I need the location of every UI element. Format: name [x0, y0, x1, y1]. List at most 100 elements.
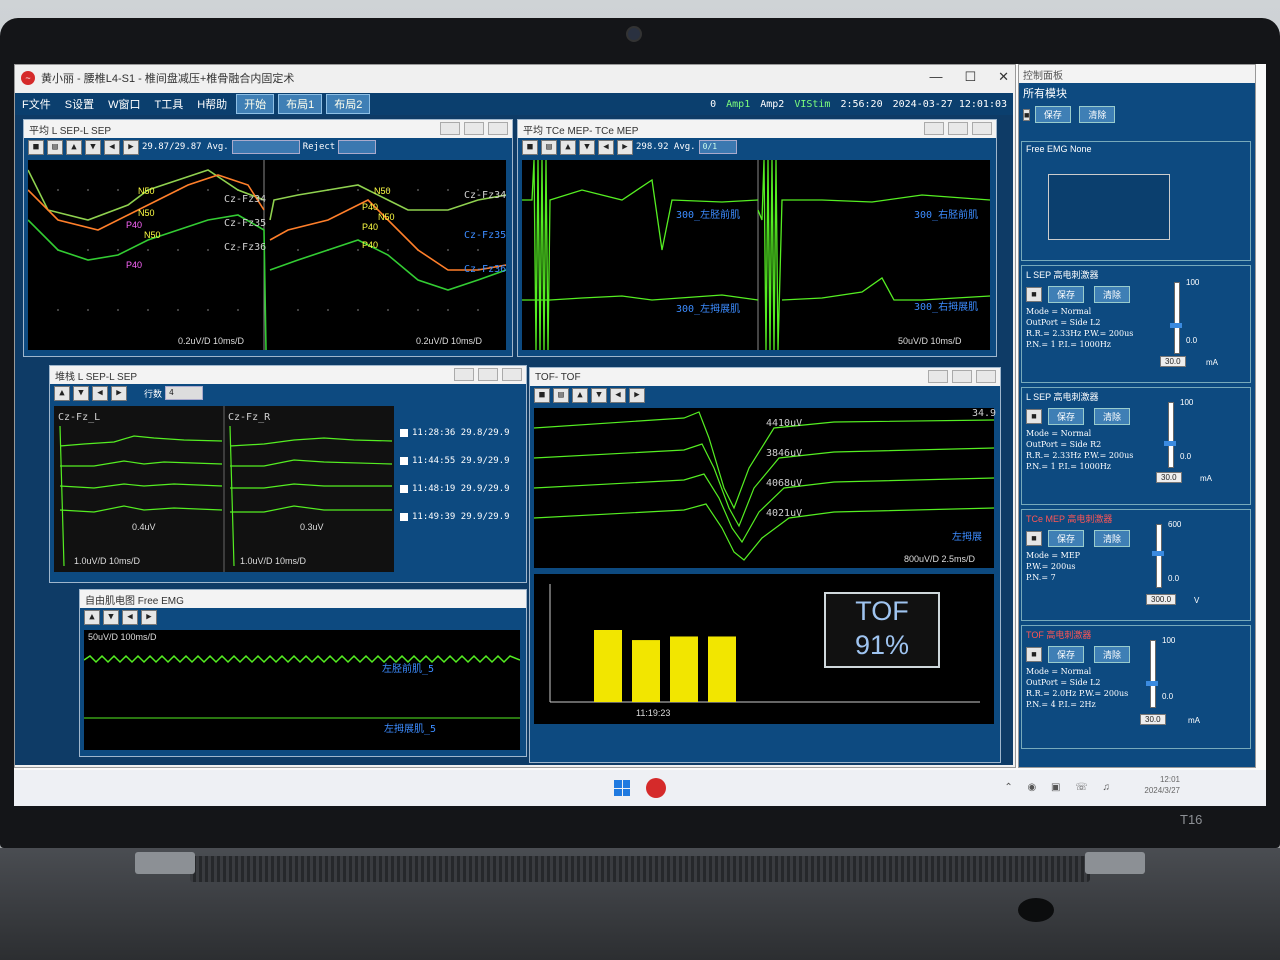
reject-field[interactable] [338, 140, 377, 154]
up-icon[interactable]: ▲ [572, 387, 588, 403]
panel-min-button[interactable] [440, 122, 460, 135]
minimize-button[interactable]: — [929, 69, 942, 85]
left-icon[interactable]: ◀ [610, 387, 626, 403]
intensity-slider[interactable] [1170, 282, 1182, 354]
panel-min-button[interactable] [924, 122, 944, 135]
trend-entry[interactable]: 11:49:39 29.9/29.9 [400, 512, 510, 522]
intensity-value[interactable]: 30.0 [1140, 714, 1166, 725]
panel-max-button[interactable] [464, 122, 484, 135]
intensity-value[interactable]: 300.0 [1146, 594, 1177, 605]
slider-knob[interactable] [1170, 323, 1182, 328]
panel-max-button[interactable] [948, 122, 968, 135]
menu-bar: F文件 S设置 W窗口 T工具 H帮助 开始 布局1 布局2 0 Amp1 Am… [15, 93, 1013, 115]
stop-button[interactable]: ■ [1023, 109, 1031, 121]
stop-button[interactable]: ■ [1026, 409, 1042, 424]
up-icon[interactable]: ▲ [560, 139, 576, 155]
panel-min-button[interactable] [454, 368, 474, 381]
panel-min-button[interactable] [928, 370, 948, 383]
right-icon[interactable]: ▶ [617, 139, 633, 155]
left-icon[interactable]: ◀ [104, 139, 120, 155]
status-amp2: Amp2 [760, 98, 785, 110]
intensity-slider[interactable] [1164, 402, 1176, 468]
down-icon[interactable]: ▼ [579, 139, 595, 155]
menu-file[interactable]: F文件 [15, 96, 58, 112]
slider-knob[interactable] [1164, 441, 1176, 446]
up-icon[interactable]: ▲ [66, 139, 82, 155]
stim-module-2: L SEP 高电刺激器 ■ 保存 清除 Mode = Normal OutPort =… [1021, 387, 1251, 505]
windows-start-icon[interactable] [614, 780, 630, 796]
right-icon[interactable]: ▶ [123, 139, 139, 155]
down-icon[interactable]: ▼ [103, 609, 119, 625]
save-icon[interactable]: ▤ [553, 387, 569, 403]
power-button[interactable] [1018, 898, 1054, 922]
down-icon[interactable]: ▼ [591, 387, 607, 403]
intensity-value[interactable]: 30.0 [1156, 472, 1182, 483]
panel-close-button[interactable] [976, 370, 996, 383]
clear-button[interactable]: 清除 [1094, 408, 1131, 425]
progress-field[interactable] [231, 140, 300, 154]
down-icon[interactable]: ▼ [73, 385, 89, 401]
system-tray[interactable]: ⌃ ◉ ▣ ☏ ♫ [1004, 782, 1116, 793]
left-icon[interactable]: ◀ [92, 385, 108, 401]
entry-checkbox[interactable] [400, 484, 408, 493]
taskbar-clock[interactable]: 12:01 2024/3/27 [1144, 774, 1180, 796]
entry-checkbox[interactable] [400, 512, 408, 521]
tof-muscle: 左拇展 [952, 532, 982, 543]
save-button[interactable]: 保存 [1048, 286, 1085, 303]
right-icon[interactable]: ▶ [629, 387, 645, 403]
layout1-button[interactable]: 布局1 [278, 94, 323, 114]
stim-name: L SEP [1026, 270, 1052, 280]
slider-max: 100 [1162, 636, 1176, 645]
save-button[interactable]: 保存 [1034, 106, 1071, 123]
save-icon[interactable]: ▤ [541, 139, 557, 155]
stop-button[interactable]: ■ [1026, 647, 1042, 662]
slider-knob[interactable] [1152, 551, 1164, 556]
trend-entry[interactable]: 11:48:19 29.9/29.9 [400, 484, 510, 494]
stop-button[interactable]: ■ [1026, 287, 1042, 302]
save-button[interactable]: 保存 [1048, 530, 1085, 547]
menu-help[interactable]: H帮助 [190, 96, 234, 112]
left-icon[interactable]: ◀ [598, 139, 614, 155]
clear-button[interactable]: 清除 [1094, 286, 1131, 303]
down-icon[interactable]: ▼ [85, 139, 101, 155]
right-icon[interactable]: ▶ [111, 385, 127, 401]
menu-settings[interactable]: S设置 [58, 96, 101, 112]
save-button[interactable]: 保存 [1048, 408, 1085, 425]
clear-button[interactable]: 清除 [1094, 646, 1131, 663]
trend-entry[interactable]: 11:44:55 29.9/29.9 [400, 456, 510, 466]
entry-checkbox[interactable] [400, 428, 408, 437]
slider-knob[interactable] [1146, 681, 1158, 686]
left-icon[interactable]: ◀ [122, 609, 138, 625]
entry-checkbox[interactable] [400, 456, 408, 465]
layout2-button[interactable]: 布局2 [326, 94, 371, 114]
clear-button[interactable]: 清除 [1079, 106, 1116, 123]
stop-button[interactable]: ■ [1026, 531, 1042, 546]
mep-field[interactable]: 0/1 [698, 140, 737, 154]
intensity-slider[interactable] [1146, 640, 1158, 708]
stop-button[interactable]: ■ [522, 139, 538, 155]
panel-close-button[interactable] [502, 368, 522, 381]
stop-button[interactable]: ■ [534, 387, 550, 403]
panel-max-button[interactable] [478, 368, 498, 381]
right-icon[interactable]: ▶ [141, 609, 157, 625]
panel-max-button[interactable] [952, 370, 972, 383]
intensity-slider[interactable] [1152, 524, 1164, 588]
menu-window[interactable]: W窗口 [101, 96, 147, 112]
panel-close-button[interactable] [488, 122, 508, 135]
stop-button[interactable]: ■ [28, 139, 44, 155]
save-icon[interactable]: ▤ [47, 139, 63, 155]
trend-entry[interactable]: 11:28:36 29.8/29.9 [400, 428, 510, 438]
control-title: 控制面板 [1023, 70, 1063, 82]
up-icon[interactable]: ▲ [84, 609, 100, 625]
rows-select[interactable]: 4 [165, 386, 204, 400]
intensity-value[interactable]: 30.0 [1160, 356, 1186, 367]
clear-button[interactable]: 清除 [1094, 530, 1131, 547]
maximize-button[interactable]: ☐ [964, 69, 976, 85]
menu-tools[interactable]: T工具 [147, 96, 190, 112]
panel-close-button[interactable] [972, 122, 992, 135]
start-button[interactable]: 开始 [236, 94, 275, 114]
save-button[interactable]: 保存 [1048, 646, 1085, 663]
close-button[interactable]: ✕ [998, 69, 1009, 85]
up-icon[interactable]: ▲ [54, 385, 70, 401]
app-taskbar-icon[interactable] [646, 778, 666, 798]
